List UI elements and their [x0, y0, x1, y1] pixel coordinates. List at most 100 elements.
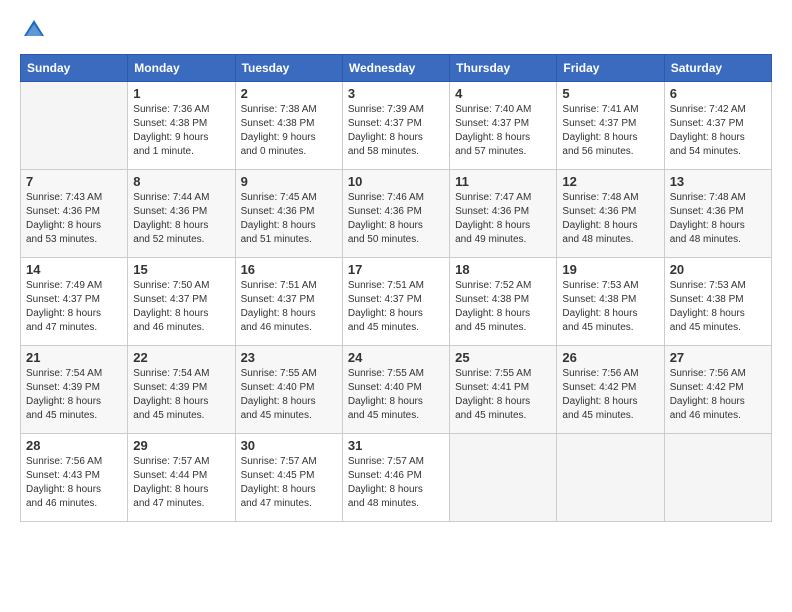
week-row-4: 21 Sunrise: 7:54 AM Sunset: 4:39 PM Dayli… [21, 346, 772, 434]
calendar-cell: 1Sunrise: 7:36 AM Sunset: 4:38 PM Daylig… [128, 82, 235, 170]
day-info: Sunrise: 7:46 AM Sunset: 4:36 PM Dayligh… [348, 191, 444, 247]
day-number: 31 [348, 438, 444, 453]
day-number: 15 [133, 262, 229, 277]
day-number: 27 [670, 350, 766, 365]
calendar-cell: 14 Sunrise: 7:49 AM Sunset: 4:37 PM Dayli… [21, 258, 128, 346]
calendar-cell: 13 Sunrise: 7:48 AM Sunset: 4:36 PM Dayli… [664, 170, 771, 258]
calendar-cell: 18Sunrise: 7:52 AM Sunset: 4:38 PM Dayli… [450, 258, 557, 346]
day-info: Sunrise: 7:53 AM Sunset: 4:38 PM Dayligh… [562, 279, 658, 335]
weekday-header-thursday: Thursday [450, 55, 557, 82]
calendar-cell: 5 Sunrise: 7:41 AM Sunset: 4:37 PM Daylig… [557, 82, 664, 170]
day-info: Sunrise: 7:52 AM Sunset: 4:38 PM Dayligh… [455, 279, 551, 335]
weekday-header-wednesday: Wednesday [342, 55, 449, 82]
day-number: 12 [562, 174, 658, 189]
weekday-header-monday: Monday [128, 55, 235, 82]
day-number: 20 [670, 262, 766, 277]
calendar-cell: 25 Sunrise: 7:55 AM Sunset: 4:41 PM Dayli… [450, 346, 557, 434]
day-number: 22 [133, 350, 229, 365]
calendar-cell: 12 Sunrise: 7:48 AM Sunset: 4:36 PM Dayli… [557, 170, 664, 258]
calendar-cell: 9 Sunrise: 7:45 AM Sunset: 4:36 PM Daylig… [235, 170, 342, 258]
day-info: Sunrise: 7:38 AM Sunset: 4:38 PM Dayligh… [241, 103, 337, 159]
calendar-cell: 21 Sunrise: 7:54 AM Sunset: 4:39 PM Dayli… [21, 346, 128, 434]
day-number: 23 [241, 350, 337, 365]
day-number: 26 [562, 350, 658, 365]
day-info: Sunrise: 7:56 AM Sunset: 4:42 PM Dayligh… [562, 367, 658, 423]
day-info: Sunrise: 7:48 AM Sunset: 4:36 PM Dayligh… [562, 191, 658, 247]
weekday-header-sunday: Sunday [21, 55, 128, 82]
day-number: 24 [348, 350, 444, 365]
weekday-header-row: SundayMondayTuesdayWednesdayThursdayFrid… [21, 55, 772, 82]
day-info: Sunrise: 7:48 AM Sunset: 4:36 PM Dayligh… [670, 191, 766, 247]
day-info: Sunrise: 7:39 AM Sunset: 4:37 PM Dayligh… [348, 103, 444, 159]
calendar-cell: 29Sunrise: 7:57 AM Sunset: 4:44 PM Dayli… [128, 434, 235, 522]
day-number: 8 [133, 174, 229, 189]
calendar-table: SundayMondayTuesdayWednesdayThursdayFrid… [20, 54, 772, 522]
day-number: 28 [26, 438, 122, 453]
calendar-cell: 19 Sunrise: 7:53 AM Sunset: 4:38 PM Dayli… [557, 258, 664, 346]
week-row-2: 7 Sunrise: 7:43 AM Sunset: 4:36 PM Daylig… [21, 170, 772, 258]
calendar-cell: 27 Sunrise: 7:56 AM Sunset: 4:42 PM Dayli… [664, 346, 771, 434]
header [20, 16, 772, 44]
calendar-cell: 2 Sunrise: 7:38 AM Sunset: 4:38 PM Daylig… [235, 82, 342, 170]
calendar-cell [664, 434, 771, 522]
calendar-cell [450, 434, 557, 522]
day-info: Sunrise: 7:51 AM Sunset: 4:37 PM Dayligh… [348, 279, 444, 335]
calendar-cell: 31 Sunrise: 7:57 AM Sunset: 4:46 PM Dayli… [342, 434, 449, 522]
day-info: Sunrise: 7:50 AM Sunset: 4:37 PM Dayligh… [133, 279, 229, 335]
day-number: 7 [26, 174, 122, 189]
day-number: 21 [26, 350, 122, 365]
day-number: 10 [348, 174, 444, 189]
logo [20, 16, 52, 44]
day-info: Sunrise: 7:54 AM Sunset: 4:39 PM Dayligh… [26, 367, 122, 423]
weekday-header-tuesday: Tuesday [235, 55, 342, 82]
day-info: Sunrise: 7:47 AM Sunset: 4:36 PM Dayligh… [455, 191, 551, 247]
day-number: 16 [241, 262, 337, 277]
day-info: Sunrise: 7:49 AM Sunset: 4:37 PM Dayligh… [26, 279, 122, 335]
day-info: Sunrise: 7:45 AM Sunset: 4:36 PM Dayligh… [241, 191, 337, 247]
day-number: 17 [348, 262, 444, 277]
day-number: 30 [241, 438, 337, 453]
day-number: 6 [670, 86, 766, 101]
day-info: Sunrise: 7:43 AM Sunset: 4:36 PM Dayligh… [26, 191, 122, 247]
day-number: 9 [241, 174, 337, 189]
calendar-cell: 11Sunrise: 7:47 AM Sunset: 4:36 PM Dayli… [450, 170, 557, 258]
day-number: 5 [562, 86, 658, 101]
day-info: Sunrise: 7:54 AM Sunset: 4:39 PM Dayligh… [133, 367, 229, 423]
week-row-5: 28Sunrise: 7:56 AM Sunset: 4:43 PM Dayli… [21, 434, 772, 522]
weekday-header-saturday: Saturday [664, 55, 771, 82]
logo-icon [20, 16, 48, 44]
day-number: 14 [26, 262, 122, 277]
calendar-cell: 8 Sunrise: 7:44 AM Sunset: 4:36 PM Daylig… [128, 170, 235, 258]
calendar-cell: 30Sunrise: 7:57 AM Sunset: 4:45 PM Dayli… [235, 434, 342, 522]
day-info: Sunrise: 7:51 AM Sunset: 4:37 PM Dayligh… [241, 279, 337, 335]
calendar-cell: 16 Sunrise: 7:51 AM Sunset: 4:37 PM Dayli… [235, 258, 342, 346]
calendar-cell: 7 Sunrise: 7:43 AM Sunset: 4:36 PM Daylig… [21, 170, 128, 258]
day-number: 4 [455, 86, 551, 101]
week-row-3: 14 Sunrise: 7:49 AM Sunset: 4:37 PM Dayli… [21, 258, 772, 346]
page-container: SundayMondayTuesdayWednesdayThursdayFrid… [0, 0, 792, 532]
day-info: Sunrise: 7:56 AM Sunset: 4:42 PM Dayligh… [670, 367, 766, 423]
day-info: Sunrise: 7:40 AM Sunset: 4:37 PM Dayligh… [455, 103, 551, 159]
weekday-header-friday: Friday [557, 55, 664, 82]
day-number: 13 [670, 174, 766, 189]
day-info: Sunrise: 7:44 AM Sunset: 4:36 PM Dayligh… [133, 191, 229, 247]
day-info: Sunrise: 7:53 AM Sunset: 4:38 PM Dayligh… [670, 279, 766, 335]
day-number: 25 [455, 350, 551, 365]
calendar-cell: 3Sunrise: 7:39 AM Sunset: 4:37 PM Daylig… [342, 82, 449, 170]
calendar-cell: 23Sunrise: 7:55 AM Sunset: 4:40 PM Dayli… [235, 346, 342, 434]
calendar-cell: 22 Sunrise: 7:54 AM Sunset: 4:39 PM Dayli… [128, 346, 235, 434]
day-info: Sunrise: 7:41 AM Sunset: 4:37 PM Dayligh… [562, 103, 658, 159]
day-info: Sunrise: 7:55 AM Sunset: 4:41 PM Dayligh… [455, 367, 551, 423]
calendar-cell: 24 Sunrise: 7:55 AM Sunset: 4:40 PM Dayli… [342, 346, 449, 434]
calendar-cell [21, 82, 128, 170]
day-info: Sunrise: 7:57 AM Sunset: 4:46 PM Dayligh… [348, 455, 444, 511]
day-number: 19 [562, 262, 658, 277]
day-info: Sunrise: 7:55 AM Sunset: 4:40 PM Dayligh… [348, 367, 444, 423]
calendar-cell: 26 Sunrise: 7:56 AM Sunset: 4:42 PM Dayli… [557, 346, 664, 434]
day-info: Sunrise: 7:57 AM Sunset: 4:44 PM Dayligh… [133, 455, 229, 511]
calendar-cell: 17 Sunrise: 7:51 AM Sunset: 4:37 PM Dayli… [342, 258, 449, 346]
calendar-cell: 4 Sunrise: 7:40 AM Sunset: 4:37 PM Daylig… [450, 82, 557, 170]
day-info: Sunrise: 7:42 AM Sunset: 4:37 PM Dayligh… [670, 103, 766, 159]
calendar-cell: 10 Sunrise: 7:46 AM Sunset: 4:36 PM Dayli… [342, 170, 449, 258]
day-number: 2 [241, 86, 337, 101]
